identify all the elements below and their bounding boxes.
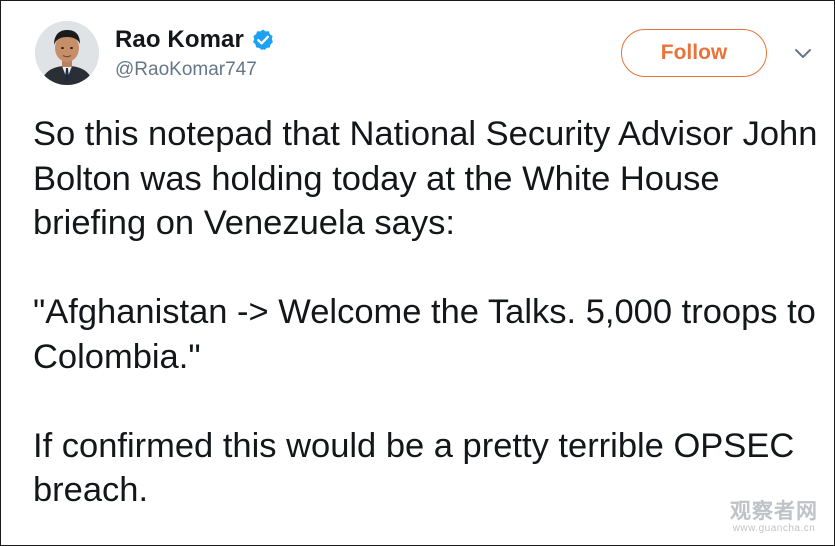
tweet-card: Rao Komar @RaoKomar747 Follow So this no… bbox=[0, 0, 835, 546]
watermark: 观察者网 www.guancha.cn bbox=[730, 501, 818, 535]
display-name[interactable]: Rao Komar bbox=[115, 26, 244, 54]
tweet-paragraph: So this notepad that National Security A… bbox=[33, 115, 818, 242]
chevron-down-icon[interactable] bbox=[793, 47, 813, 61]
tweet-text: So this notepad that National Security A… bbox=[33, 112, 823, 513]
name-row: Rao Komar bbox=[115, 25, 275, 55]
tweet-paragraph: "Afghanistan -> Welcome the Talks. 5,000… bbox=[33, 293, 816, 376]
verified-badge-icon bbox=[251, 28, 275, 52]
follow-button[interactable]: Follow bbox=[621, 29, 767, 77]
watermark-text: 观察者网 bbox=[730, 500, 818, 523]
user-handle[interactable]: @RaoKomar747 bbox=[115, 59, 275, 81]
tweet-paragraph: If confirmed this would be a pretty terr… bbox=[33, 426, 795, 510]
avatar[interactable] bbox=[35, 21, 99, 85]
watermark-url: www.guancha.cn bbox=[732, 523, 816, 534]
user-info: Rao Komar @RaoKomar747 bbox=[115, 25, 275, 81]
avatar-photo bbox=[35, 21, 99, 85]
